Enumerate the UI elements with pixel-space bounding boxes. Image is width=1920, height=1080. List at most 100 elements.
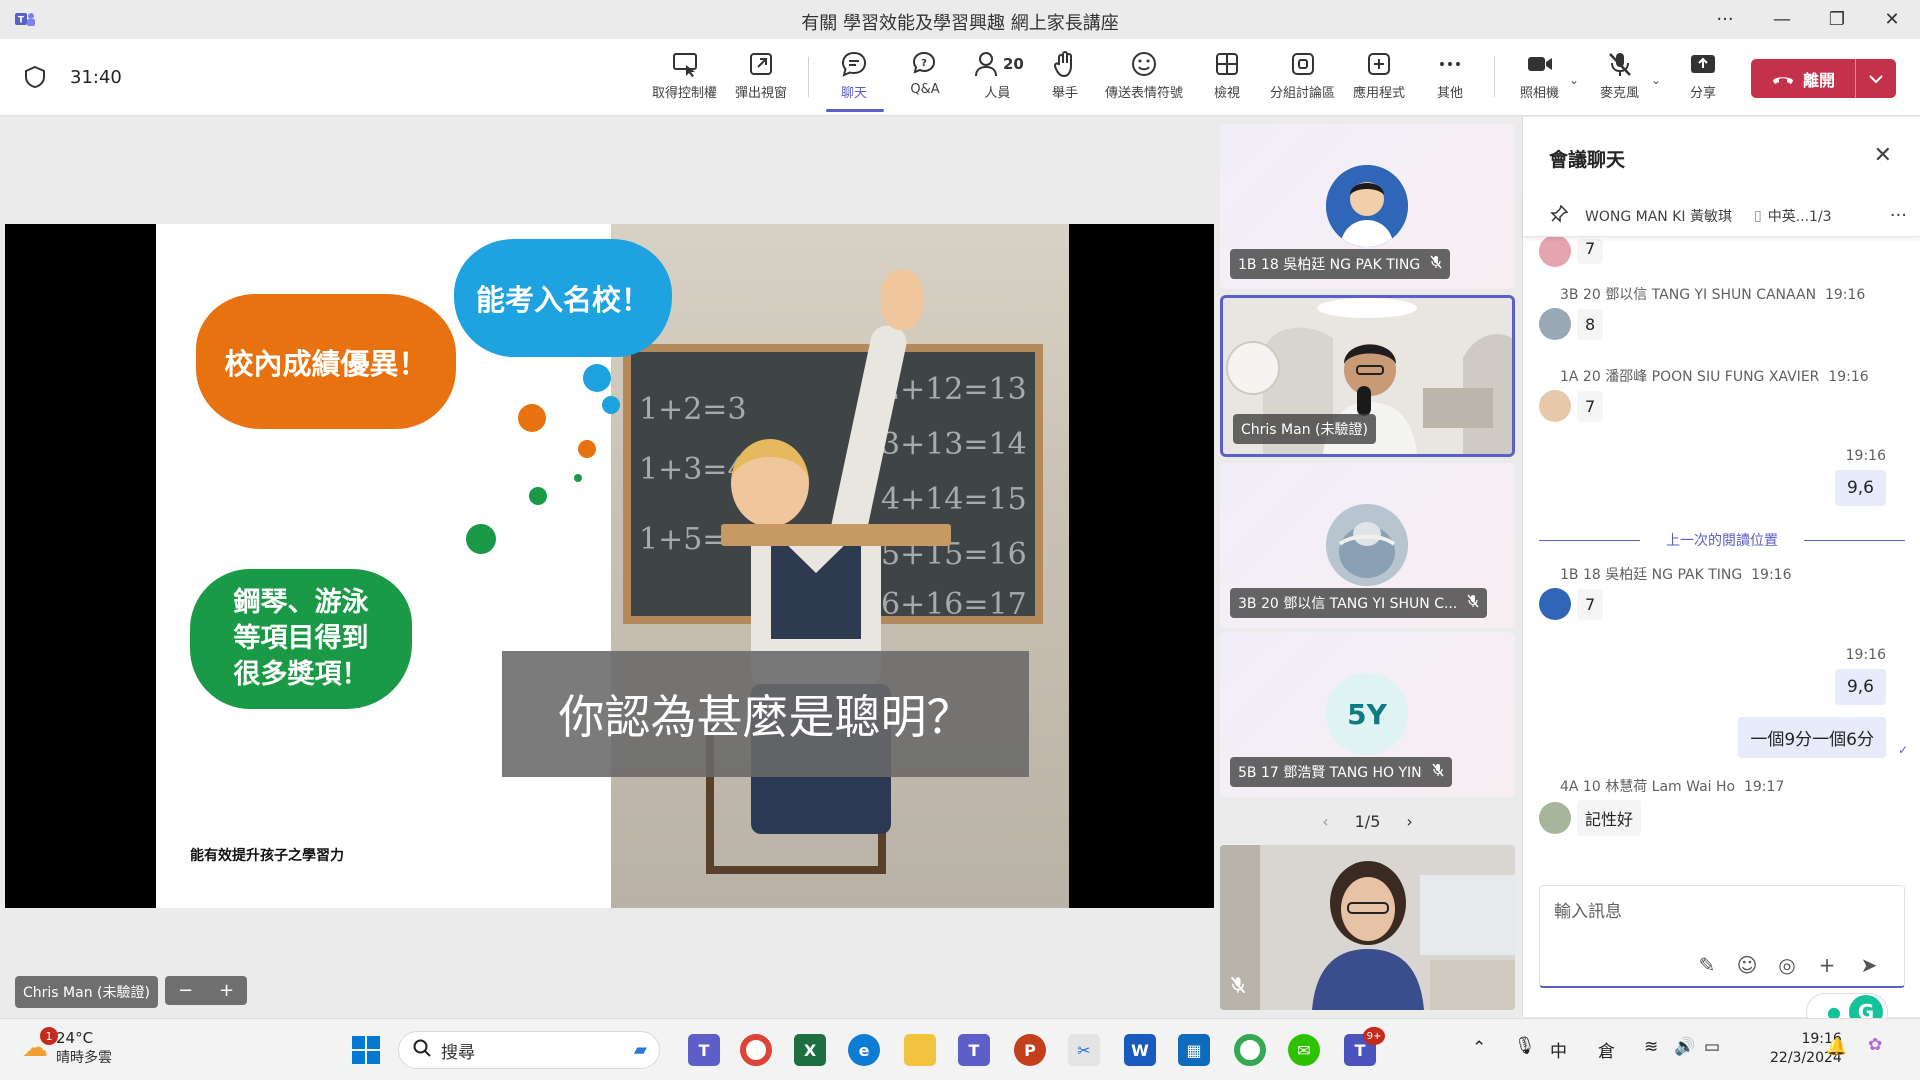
close-chat-icon[interactable]: ✕: [1874, 143, 1892, 168]
message-input[interactable]: [1554, 902, 1884, 922]
weather-widget[interactable]: ☁ 1 24°C 晴時多雲: [22, 1027, 112, 1067]
participant-tile[interactable]: 3B 20 鄧以信 TANG YI SHUN C...: [1220, 463, 1515, 628]
attach-plus-icon[interactable]: +: [1814, 952, 1840, 978]
qa-icon: ?: [912, 51, 936, 74]
search-highlight-icon: ▰: [633, 1040, 647, 1060]
file-icon: ▯: [1753, 207, 1762, 224]
wifi-icon[interactable]: ≋: [1644, 1037, 1658, 1057]
taskbar-search[interactable]: 搜尋 ▰: [398, 1031, 660, 1069]
restore-button[interactable]: ❐: [1815, 4, 1859, 34]
avatar: [1539, 308, 1571, 340]
format-icon[interactable]: ✎: [1694, 952, 1720, 978]
participant-tile[interactable]: 1B 18 吳柏廷 NG PAK TING: [1220, 124, 1515, 289]
pin-icon: [1549, 204, 1569, 228]
teams-icon[interactable]: T: [958, 1034, 990, 1066]
message-meta: 1A 20 潘邵峰 POON SIU FUNG XAVIER 19:16: [1560, 369, 1869, 385]
read-receipt-icon: ✓: [1897, 743, 1908, 757]
previous-page-icon[interactable]: ‹: [1322, 812, 1328, 831]
minimize-button[interactable]: —: [1760, 4, 1804, 34]
send-icon[interactable]: ➤: [1856, 952, 1882, 978]
ellipsis-icon: [1440, 62, 1460, 66]
pinned-message-bar[interactable]: WONG MAN KI 黃敏琪 ▯ 中英...1/3 ···: [1523, 195, 1920, 237]
pinned-more-icon[interactable]: ···: [1890, 205, 1907, 226]
chat-message: 8: [1539, 308, 1604, 340]
grid-view-icon: [1216, 53, 1238, 75]
loop-icon[interactable]: ◎: [1774, 952, 1800, 978]
chat-icon: [841, 51, 867, 77]
store-icon[interactable]: ▦: [1178, 1034, 1210, 1066]
question-banner: 你認為甚麼是聰明？: [502, 651, 1029, 777]
notifications-icon[interactable]: 🔔: [1826, 1037, 1847, 1057]
chrome-icon[interactable]: [740, 1034, 772, 1066]
camera-options-chevron-icon[interactable]: ⌄: [1569, 73, 1579, 87]
more-options-icon[interactable]: ···: [1703, 4, 1747, 34]
file-explorer-icon[interactable]: [904, 1034, 936, 1066]
mic-button[interactable]: 麥克風: [1600, 49, 1639, 109]
chrome-profile-icon[interactable]: [1234, 1034, 1266, 1066]
slide-footer: 能有效提升孩子之學習力: [190, 848, 344, 864]
share-button[interactable]: 分享: [1688, 49, 1718, 109]
green-bubble: [466, 524, 496, 554]
tray-mic-icon[interactable]: 🎙: [1514, 1036, 1536, 1056]
chat-title: 會議聊天: [1549, 149, 1626, 171]
popout-icon: [750, 53, 772, 75]
raise-hand-button[interactable]: 舉手: [1050, 49, 1080, 109]
battery-icon[interactable]: ▭: [1704, 1037, 1720, 1057]
hang-up-icon: [1772, 76, 1793, 84]
leave-options-chevron-icon[interactable]: [1856, 74, 1896, 84]
next-page-icon[interactable]: ›: [1406, 812, 1412, 831]
avatar: [1539, 588, 1571, 620]
snipping-tool-icon[interactable]: ✂: [1068, 1034, 1100, 1066]
take-control-button[interactable]: 取得控制權: [652, 49, 717, 109]
tray-overflow-icon[interactable]: ⌃: [1472, 1038, 1486, 1058]
emoji-icon[interactable]: ☺: [1734, 952, 1760, 978]
message-meta: 3B 20 鄧以信 TANG YI SHUN CANAAN 19:16: [1560, 287, 1866, 303]
avatar: [1539, 390, 1571, 422]
orange-bubble: [518, 404, 546, 432]
mic-muted-icon: [1608, 53, 1631, 76]
self-view-video[interactable]: [1220, 845, 1515, 1010]
ime-mode[interactable]: 中: [1550, 1037, 1567, 1062]
view-button[interactable]: 檢視: [1212, 49, 1242, 109]
windows-start-icon[interactable]: [350, 1034, 382, 1066]
popout-button[interactable]: 彈出視窗: [735, 49, 787, 109]
last-read-divider: 上一次的閱讀位置: [1539, 530, 1905, 550]
zoom-in-button[interactable]: +: [206, 976, 247, 1005]
kid-head: [731, 439, 809, 527]
shared-content-stage: 1+2=3 1+3=4 1+5= 2+12=13 3+13=14 4+14=15…: [0, 117, 1216, 1017]
close-window-button[interactable]: ✕: [1870, 4, 1914, 34]
wechat-icon[interactable]: ✉: [1288, 1034, 1320, 1066]
meeting-timer: 31:40: [70, 67, 122, 88]
qa-button[interactable]: ? Q&A: [910, 49, 940, 109]
volume-icon[interactable]: 🔊: [1674, 1037, 1695, 1057]
more-button[interactable]: 其他: [1435, 49, 1465, 109]
participant-name: 1B 18 吳柏廷 NG PAK TING: [1230, 249, 1451, 279]
ime-input[interactable]: 倉: [1598, 1037, 1615, 1062]
mic-options-chevron-icon[interactable]: ⌄: [1651, 73, 1661, 87]
camera-button[interactable]: 照相機: [1520, 49, 1559, 109]
breakout-rooms-button[interactable]: 分組討論區: [1270, 49, 1335, 109]
powerpoint-icon[interactable]: P: [1014, 1034, 1046, 1066]
shield-icon[interactable]: [24, 65, 46, 89]
my-message: 9,6: [1834, 669, 1886, 705]
word-icon[interactable]: W: [1124, 1034, 1156, 1066]
copilot-icon[interactable]: ✿: [1868, 1035, 1882, 1055]
zoom-out-button[interactable]: −: [165, 976, 206, 1005]
apps-button[interactable]: 應用程式: [1353, 49, 1405, 109]
participant-tile-speaking[interactable]: Chris Man (未驗證): [1220, 295, 1515, 457]
message-composer[interactable]: ✎ ☺ ◎ + ➤: [1539, 885, 1905, 988]
teams-chat-icon[interactable]: T: [688, 1034, 720, 1066]
chat-button[interactable]: 聊天: [839, 49, 869, 109]
people-button[interactable]: 20 人員: [971, 49, 1024, 109]
avatar: [1326, 504, 1408, 586]
green-bubble: [529, 487, 547, 505]
edge-icon[interactable]: e: [848, 1034, 880, 1066]
meeting-toolbar: 31:40 取得控制權 彈出視窗 聊天 ? Q&A 20 人員 舉手 傳送表情符…: [0, 39, 1920, 116]
avatar: [1539, 235, 1571, 267]
excel-icon[interactable]: X: [794, 1034, 826, 1066]
windows-taskbar: ☁ 1 24°C 晴時多雲 搜尋 ▰ T X e T P ✂ W ▦ ✉ T 9…: [0, 1018, 1920, 1080]
participant-tile[interactable]: 5Y 5B 17 鄧浩賢 TANG HO YIN: [1220, 632, 1515, 797]
my-message-time: 19:16: [1845, 647, 1886, 663]
reactions-button[interactable]: 傳送表情符號: [1105, 49, 1183, 109]
leave-button[interactable]: 離開: [1751, 59, 1896, 98]
